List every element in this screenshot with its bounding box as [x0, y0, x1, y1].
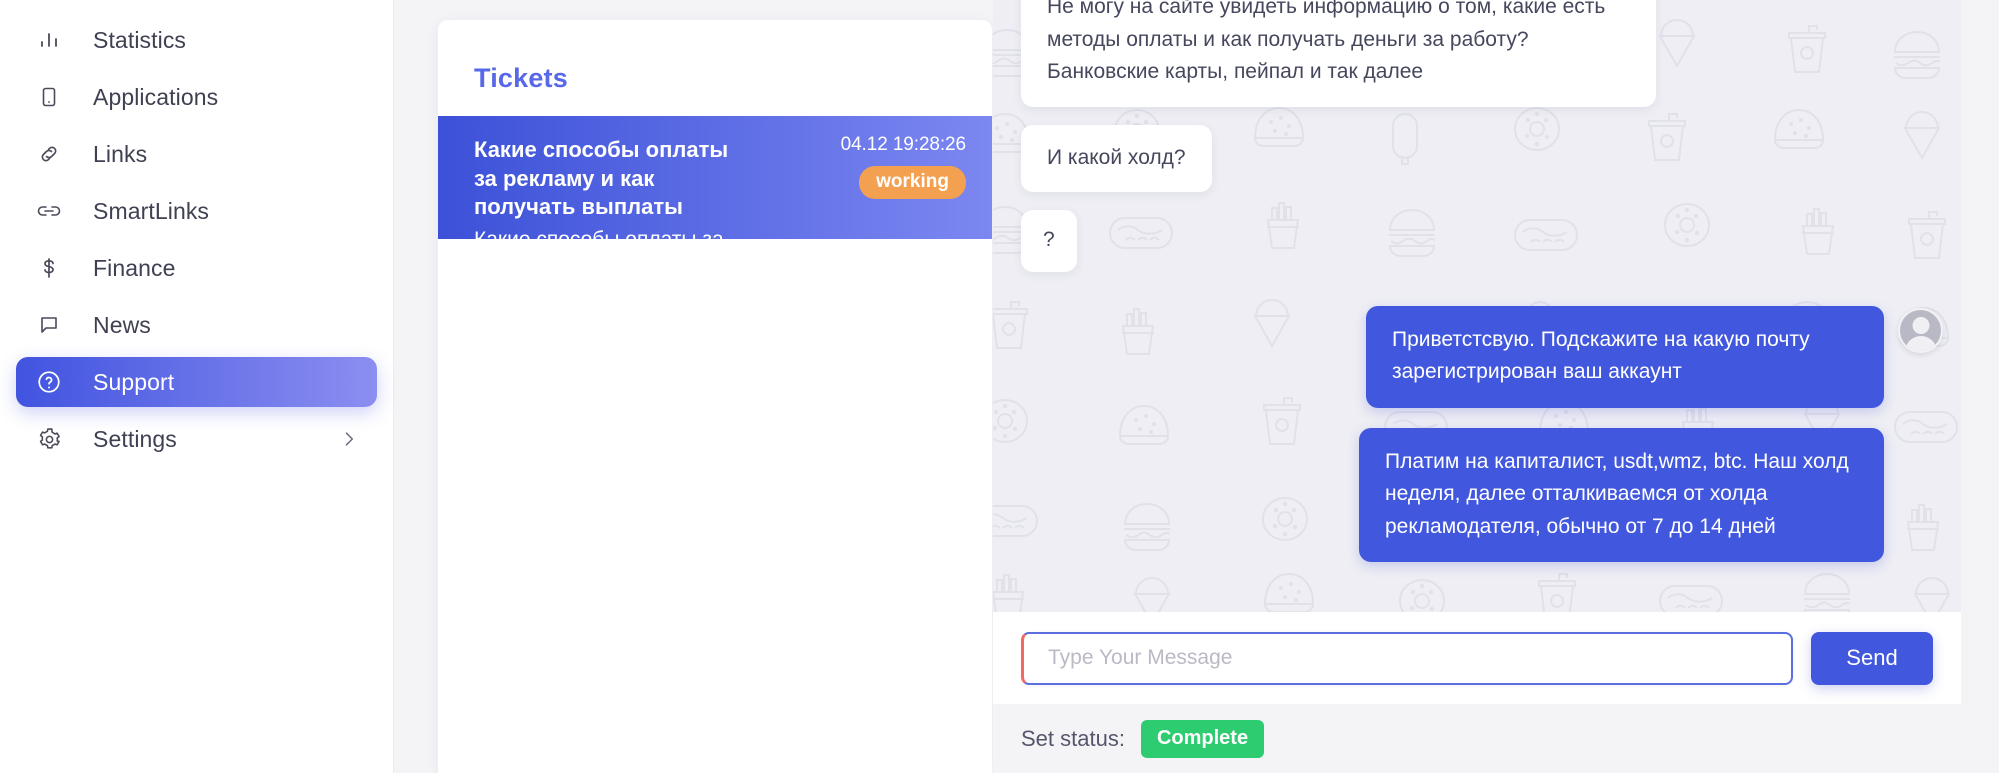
sidebar-item-news[interactable]: News: [16, 300, 377, 350]
sidebar-item-settings[interactable]: Settings: [16, 414, 377, 464]
ticket-preview: Какие способы оплаты за ...: [474, 227, 747, 251]
status-badge: working: [859, 166, 966, 199]
sidebar-item-label: News: [93, 311, 151, 338]
sidebar: Statistics Applications Links SmartLinks…: [0, 0, 394, 773]
ticket-text-block: Какие способы оплаты за рекламу и как по…: [474, 132, 806, 252]
mobile-icon: [34, 85, 64, 109]
chat-message: Приветстсвую. Подскажите на какую почту …: [993, 305, 1961, 408]
tickets-title: Tickets: [474, 63, 568, 93]
sidebar-item-label: Applications: [93, 83, 219, 110]
chat-bubble-icon: [34, 313, 64, 337]
set-status-complete-button[interactable]: Complete: [1140, 719, 1265, 758]
sidebar-item-label: Finance: [93, 254, 176, 281]
chat-bubble-incoming: И какой холд?: [1021, 124, 1212, 193]
chat-message: Платим на капиталист, usdt,wmz, btc. Наш…: [993, 427, 1961, 563]
ticket-list-item[interactable]: Какие способы оплаты за рекламу и как по…: [438, 116, 992, 251]
chat-message-list[interactable]: Не могу на сайте увидеть информацию о то…: [993, 0, 1961, 612]
chat-bubble-outgoing: Платим на капиталист, usdt,wmz, btc. Наш…: [1359, 427, 1884, 563]
help-circle-icon: [34, 369, 64, 395]
chat-bubble-incoming: Не могу на сайте увидеть информацию о то…: [1021, 0, 1656, 107]
avatar-head: [1912, 316, 1929, 334]
sidebar-item-links[interactable]: Links: [16, 129, 377, 179]
message-input[interactable]: [1021, 631, 1793, 685]
sidebar-item-label: Links: [93, 140, 148, 167]
avatar-body: [1904, 335, 1937, 351]
chat-bubble-incoming: ?: [1021, 210, 1077, 272]
ticket-meta: 04.12 19:28:26 working: [806, 132, 966, 199]
sidebar-item-support[interactable]: Support: [16, 357, 377, 407]
chat-message: И какой холд?: [993, 124, 1961, 193]
chat-message: Не могу на сайте увидеть информацию о то…: [993, 0, 1961, 107]
link-icon: [34, 142, 64, 166]
avatar: [1898, 307, 1943, 353]
ticket-subject: Какие способы оплаты за рекламу и как по…: [474, 137, 729, 220]
chat-bubble-outgoing: Приветстсвую. Подскажите на какую почту …: [1366, 305, 1884, 408]
dollar-icon: [34, 256, 64, 280]
smart-link-icon: [34, 199, 64, 223]
chevron-right-icon: [339, 429, 359, 449]
gear-icon: [34, 427, 64, 452]
sidebar-item-smartlinks[interactable]: SmartLinks: [16, 186, 377, 236]
sidebar-item-label: SmartLinks: [93, 197, 210, 224]
message-composer: Send: [993, 612, 1961, 704]
chat-message: ?: [993, 210, 1961, 272]
sidebar-item-finance[interactable]: Finance: [16, 243, 377, 293]
bar-chart-icon: [34, 28, 64, 52]
sidebar-item-label: Support: [93, 368, 175, 395]
ticket-timestamp: 04.12 19:28:26: [840, 134, 966, 155]
set-status-label: Set status:: [1021, 725, 1125, 751]
send-button[interactable]: Send: [1811, 631, 1933, 685]
support-page: Statistics Applications Links SmartLinks…: [0, 0, 1999, 773]
tickets-panel: Tickets Какие способы оплаты за рекламу …: [438, 20, 992, 773]
status-bar: Set status: Complete: [993, 704, 1961, 773]
sidebar-item-label: Settings: [93, 425, 177, 452]
sidebar-item-label: Statistics: [93, 26, 187, 53]
chat-panel: Не могу на сайте увидеть информацию о то…: [993, 0, 1961, 773]
sidebar-item-statistics[interactable]: Statistics: [16, 15, 377, 65]
sidebar-item-applications[interactable]: Applications: [16, 72, 377, 122]
